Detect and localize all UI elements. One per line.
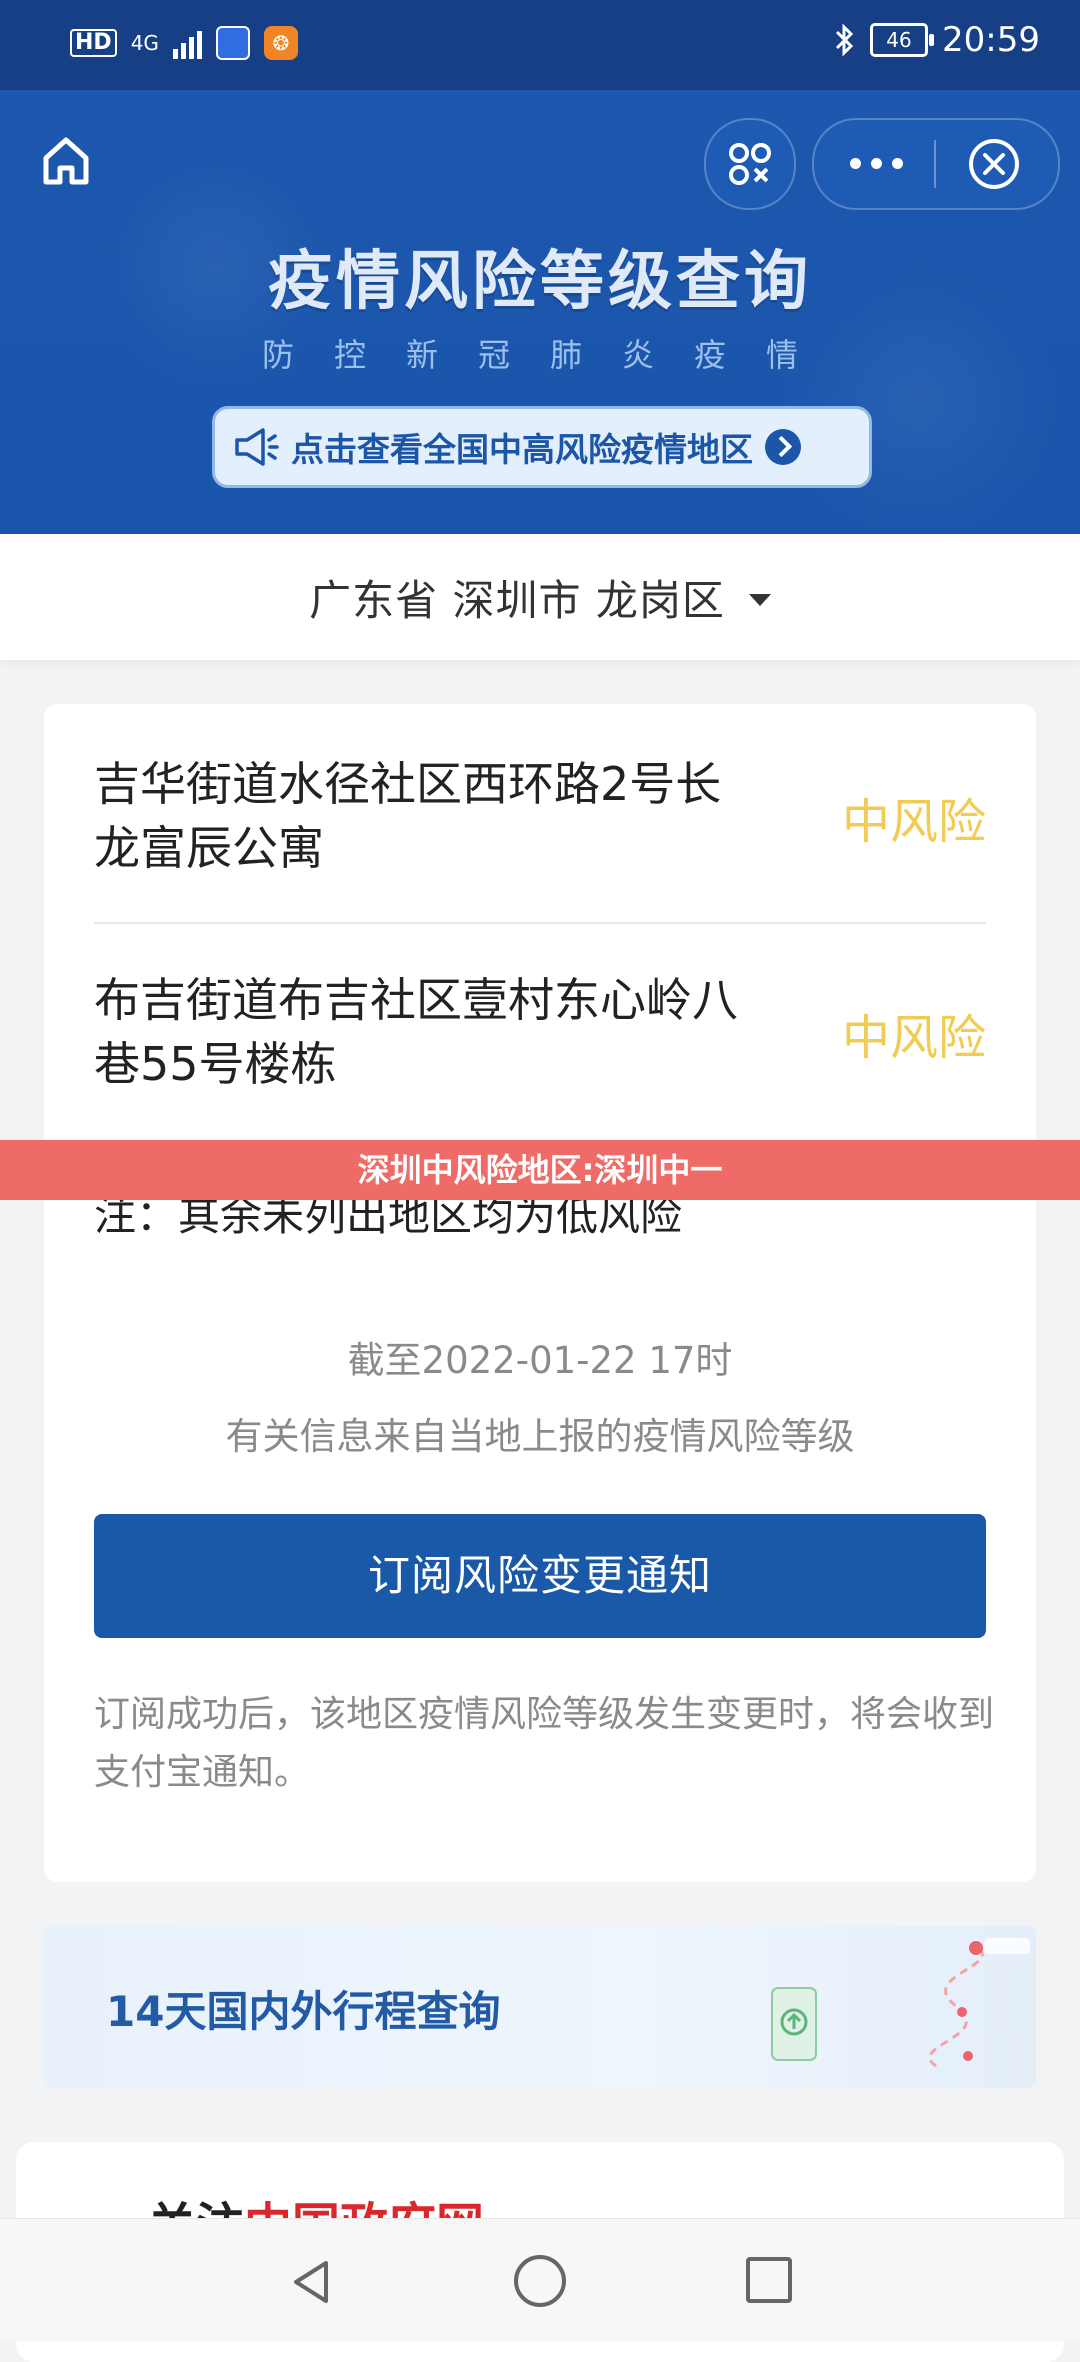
battery-icon: 46 [870, 23, 935, 57]
hd-indicator: HD [70, 29, 117, 57]
mini-program-capsule [812, 118, 1060, 210]
as-of-timestamp: 截至2022-01-22 17时 [347, 1339, 733, 1382]
region-label: 广东省 深圳市 龙岗区 [309, 575, 725, 625]
notice-text: 点击查看全国中高风险疫情地区 [291, 430, 753, 469]
subscribe-tip: 订阅成功后，该地区疫情风险等级发生变更时，将会收到支付宝通知。 [94, 1694, 995, 1793]
megaphone-icon [235, 428, 279, 466]
risk-level: 中风险 [841, 794, 986, 850]
risk-level: 中风险 [841, 1010, 986, 1066]
shield-app-icon [215, 26, 250, 60]
risk-address: 吉华街道水径社区西环路2号长龙富辰公寓 [94, 757, 722, 875]
system-nav-bar [0, 2218, 1080, 2341]
back-icon[interactable] [286, 2257, 336, 2307]
region-selector[interactable]: 广东省 深圳市 龙岗区 [0, 534, 1080, 660]
home-nav-icon[interactable] [514, 2255, 566, 2307]
qr-scan-icon [729, 143, 771, 185]
status-right-icons: 46 20:59 [834, 20, 1040, 60]
caret-down-icon [748, 594, 771, 606]
route-map-icon [771, 1938, 1030, 2068]
clock: 20:59 [942, 20, 1040, 60]
close-icon[interactable] [966, 136, 1022, 192]
page-title: 疫情风险等级查询 [268, 245, 812, 319]
page-subtitle: 防控新冠肺炎疫情 [261, 336, 838, 374]
trip-query-title: 14天国内外行程查询 [106, 1987, 501, 2036]
status-bar: HD 4G ❂ 46 20:59 [0, 0, 1080, 90]
mini-program-scan-button[interactable] [704, 118, 796, 210]
home-icon[interactable] [38, 132, 94, 188]
source-note: 有关信息来自当地上报的疫情风险等级 [225, 1415, 855, 1458]
risk-list-item: 吉华街道水径社区西环路2号长龙富辰公寓 中风险 [94, 752, 986, 880]
status-left-icons: HD 4G ❂ [70, 26, 298, 60]
risk-address: 布吉街道布吉社区壹村东心岭八巷55号楼栋 [94, 973, 738, 1091]
network-type: 4G [130, 31, 159, 55]
risk-list-item: 布吉街道布吉社区壹村东心岭八巷55号楼栋 中风险 [94, 968, 986, 1096]
divider [94, 922, 986, 924]
signal-icon [172, 27, 202, 59]
hero-header: 疫情风险等级查询 防控新冠肺炎疫情 点击查看全国中高风险疫情地区 [0, 90, 1080, 534]
overlay-caption-banner: 深圳中风险地区:深圳中一 [0, 1140, 1080, 1200]
subscribe-button[interactable]: 订阅风险变更通知 [94, 1514, 986, 1638]
capsule-divider [934, 140, 936, 188]
bluetooth-icon [835, 23, 854, 57]
recent-apps-icon[interactable] [746, 2257, 792, 2303]
trip-query-banner[interactable]: 14天国内外行程查询 [44, 1926, 1036, 2088]
chevron-right-icon [765, 429, 801, 465]
risk-card: 吉华街道水径社区西环路2号长龙富辰公寓 中风险 布吉街道布吉社区壹村东心岭八巷5… [44, 704, 1036, 1882]
high-risk-areas-link[interactable]: 点击查看全国中高风险疫情地区 [212, 406, 872, 488]
more-icon[interactable] [850, 158, 903, 169]
uc-browser-icon: ❂ [263, 26, 298, 60]
